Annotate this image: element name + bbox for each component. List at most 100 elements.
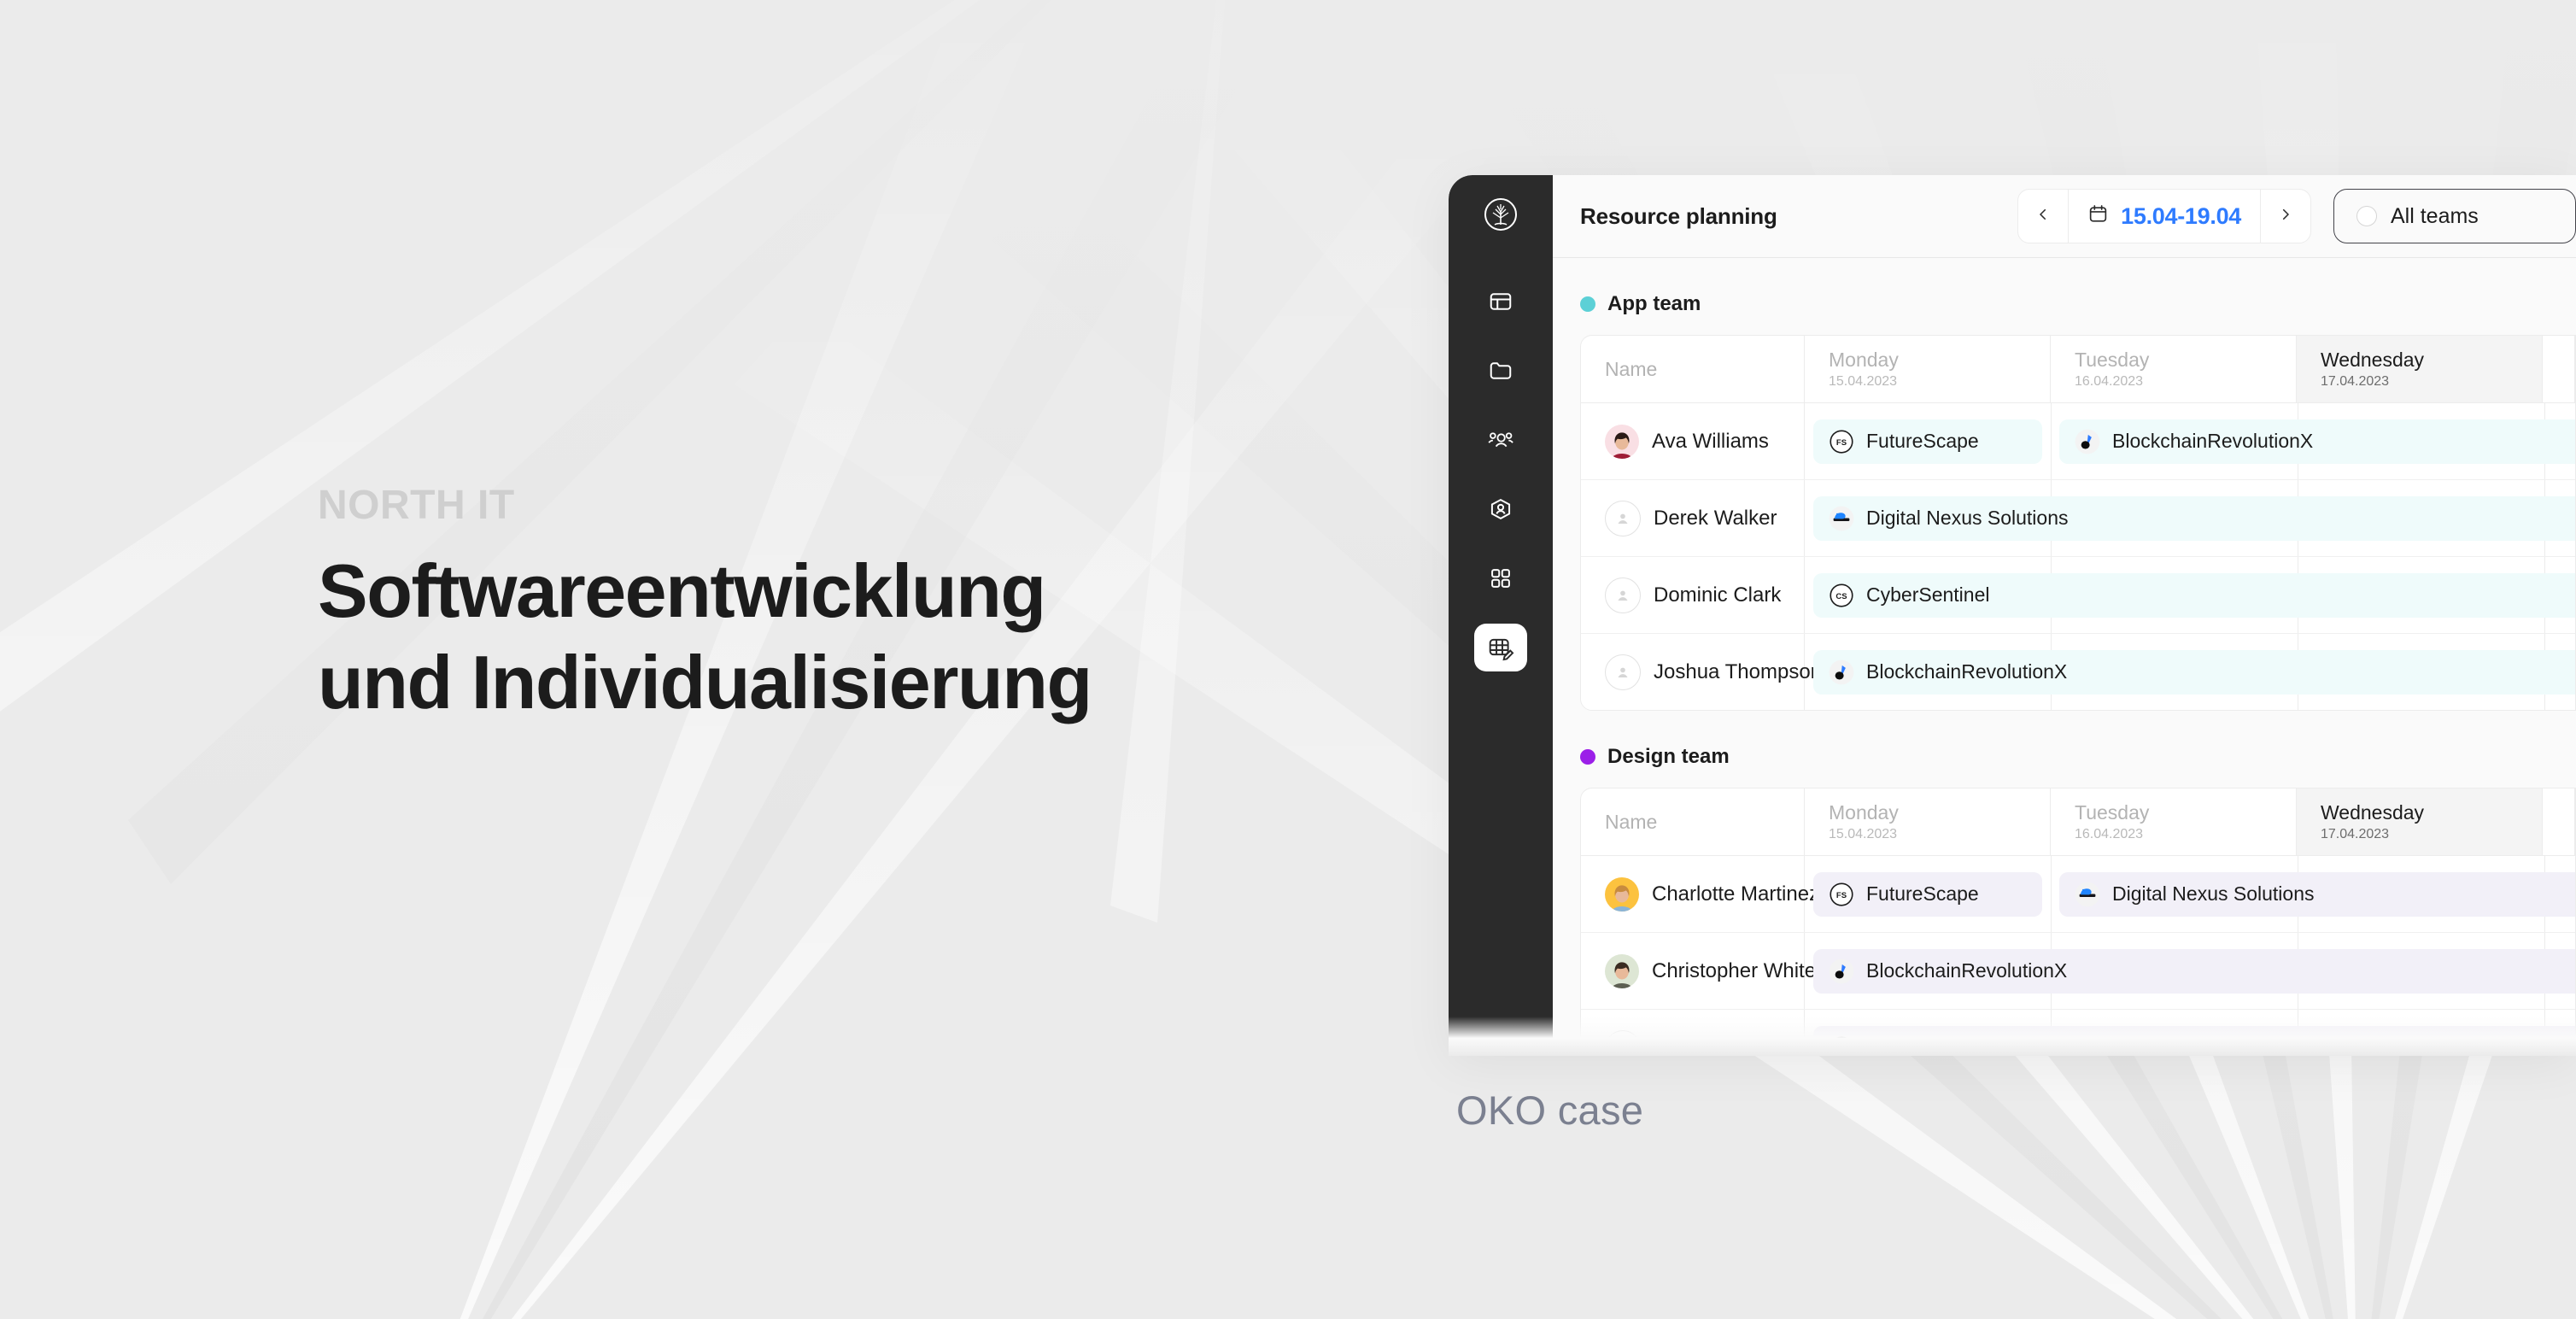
user-badge-icon xyxy=(1487,495,1514,523)
person-name: Charlotte Martinez xyxy=(1652,882,1820,906)
assignment-chip[interactable]: BlockchainRevolutionX xyxy=(1813,948,2575,994)
column-header-mon[interactable]: Monday 15.04.2023 xyxy=(1805,336,2051,402)
person-cell[interactable]: Charlotte Martinez xyxy=(1581,856,1819,932)
day-cells: CS CyberSentinel xyxy=(1805,557,2575,633)
day-cells: BlockchainRevolutionX xyxy=(1805,634,2575,710)
table-row[interactable]: Dominic Clark CS CyberSentinel xyxy=(1581,557,2575,634)
table-row[interactable]: Evelyn Thompson CS CyberSentinel xyxy=(1581,1010,2575,1055)
status-dot-icon xyxy=(2356,206,2377,226)
digital-nexus-solutions-icon xyxy=(2075,882,2100,907)
table-row[interactable]: Derek Walker Digital Nexus Solutions xyxy=(1581,480,2575,557)
assignment-chip[interactable]: BlockchainRevolutionX xyxy=(1813,649,2575,695)
table-row[interactable]: Ava Williams FS FutureScape BlockchainRevol… xyxy=(1581,403,2575,480)
team-header: Design team xyxy=(1580,745,2576,769)
column-header-day: Wednesday xyxy=(2321,801,2425,824)
assignment-chip[interactable]: BlockchainRevolutionX xyxy=(2059,419,2575,464)
sidebar-item-teams[interactable] xyxy=(1474,416,1527,464)
column-header-day: Monday xyxy=(1829,349,1899,372)
team-header: App team xyxy=(1580,292,2576,316)
column-header-day: Wednesday xyxy=(2321,349,2425,372)
column-header-wed[interactable]: Wednesday 17.04.2023 xyxy=(2297,788,2543,855)
person-name: Ava Williams xyxy=(1652,429,1769,453)
cybersentinel-cs-icon: CS xyxy=(1829,583,1854,608)
assignment-label: FutureScape xyxy=(1866,430,1979,452)
column-header-name[interactable]: Name xyxy=(1581,336,1805,402)
tree-logo-icon[interactable] xyxy=(1482,196,1519,233)
svg-text:FS: FS xyxy=(1836,891,1847,900)
assignment-label: Digital Nexus Solutions xyxy=(2112,882,2315,905)
assignment-label: BlockchainRevolutionX xyxy=(1866,959,2068,982)
futurescape-fs-icon: FS xyxy=(1829,882,1854,907)
chevron-left-icon xyxy=(2035,207,2051,226)
person-cell[interactable]: Derek Walker xyxy=(1581,480,1805,556)
team-block: App team Name Monday 15.04.2023 Tuesday 16.04… xyxy=(1580,292,2576,711)
person-cell[interactable]: Evelyn Thompson xyxy=(1581,1010,1818,1055)
sidebar-item-projects[interactable] xyxy=(1474,347,1527,395)
column-header-wed[interactable]: Wednesday 17.04.2023 xyxy=(2297,336,2543,402)
sidebar-item-apps[interactable] xyxy=(1474,554,1527,602)
person-name: Joshua Thompson xyxy=(1654,660,1823,683)
avatar xyxy=(1605,577,1641,613)
svg-text:CS: CS xyxy=(1835,1045,1847,1054)
avatar xyxy=(1605,876,1639,912)
chevron-right-icon xyxy=(2278,207,2293,226)
person-cell[interactable]: Christopher White xyxy=(1581,933,1816,1009)
avatar xyxy=(1605,1029,1641,1055)
sidebar-item-resource-planning[interactable] xyxy=(1474,624,1527,671)
column-header-tue[interactable]: Tuesday 16.04.2023 xyxy=(2051,336,2297,402)
hero-title-line-2: und Individualisierung xyxy=(318,640,1092,725)
prev-week-button[interactable] xyxy=(2018,190,2068,243)
assignment-chip[interactable]: FS FutureScape xyxy=(1813,871,2042,917)
day-cells: FS FutureScape BlockchainRevolutionX xyxy=(1805,403,2575,479)
calendar-icon xyxy=(2087,203,2109,229)
person-name: Dominic Clark xyxy=(1654,583,1782,607)
assignment-label: BlockchainRevolutionX xyxy=(1866,660,2068,683)
avatar xyxy=(1605,500,1641,536)
person-cell[interactable]: Ava Williams xyxy=(1581,403,1805,479)
assignment-chip[interactable]: CS CyberSentinel xyxy=(1813,572,2575,618)
person-name: Christopher White xyxy=(1652,958,1817,982)
assignment-chip[interactable]: Digital Nexus Solutions xyxy=(1813,495,2575,541)
assignment-label: Digital Nexus Solutions xyxy=(1866,507,2069,529)
assignment-label: BlockchainRevolutionX xyxy=(2112,430,2314,452)
team-filter-select[interactable]: All teams xyxy=(2333,189,2576,243)
main-area: Resource planning 15.04-19.04 All teams … xyxy=(1553,175,2576,1055)
next-week-button[interactable] xyxy=(2261,190,2310,243)
table-row[interactable]: Joshua Thompson BlockchainRevolutionX xyxy=(1581,634,2575,710)
assignment-chip[interactable]: Digital Nexus Solutions xyxy=(2059,871,2575,917)
table-row[interactable]: Christopher White BlockchainRevolutionX xyxy=(1581,933,2575,1010)
hero-eyebrow: NORTH IT xyxy=(318,483,515,528)
sidebar xyxy=(1449,175,1553,1055)
topbar-title: Resource planning xyxy=(1580,202,1777,229)
hero-block: NORTH IT Softwareentwicklung und Individ… xyxy=(318,485,1420,729)
sidebar-item-dashboard[interactable] xyxy=(1474,278,1527,325)
day-cells: BlockchainRevolutionX xyxy=(1805,933,2575,1009)
column-header-mon[interactable]: Monday 15.04.2023 xyxy=(1805,788,2051,855)
assignment-label: FutureScape xyxy=(1866,882,1979,905)
avatar xyxy=(1605,424,1639,459)
date-range-button[interactable]: 15.04-19.04 xyxy=(2069,190,2260,243)
column-header-tue[interactable]: Tuesday 16.04.2023 xyxy=(2051,788,2297,855)
person-name: Derek Walker xyxy=(1654,506,1777,530)
schedule-table: Name Monday 15.04.2023 Tuesday 16.04.2023 Wed… xyxy=(1580,788,2576,1055)
sidebar-item-profile[interactable] xyxy=(1474,485,1527,533)
assignment-label: CyberSentinel xyxy=(1866,1036,1990,1055)
assignment-chip[interactable]: CS CyberSentinel xyxy=(1813,1025,2575,1055)
digital-nexus-solutions-icon xyxy=(1829,506,1854,531)
assignment-chip[interactable]: FS FutureScape xyxy=(1813,419,2042,464)
page-title: Softwareentwicklung und Individualisieru… xyxy=(318,545,1420,729)
table-row[interactable]: Charlotte Martinez FS FutureScape Digital N… xyxy=(1581,856,2575,933)
table-header-row: Name Monday 15.04.2023 Tuesday 16.04.2023 Wed… xyxy=(1581,788,2575,856)
column-header-date: 15.04.2023 xyxy=(1829,826,1898,841)
person-cell[interactable]: Dominic Clark xyxy=(1581,557,1805,633)
avatar xyxy=(1605,953,1639,988)
resource-board[interactable]: App team Name Monday 15.04.2023 Tuesday 16.04… xyxy=(1553,258,2576,1055)
team-filter-label: All teams xyxy=(2391,203,2479,228)
blockchainrevolutionx-icon xyxy=(1829,958,1854,984)
case-caption: OKO case xyxy=(1456,1087,1644,1133)
team-block: Design team Name Monday 15.04.2023 Tuesday 16… xyxy=(1580,745,2576,1055)
person-cell[interactable]: Joshua Thompson xyxy=(1581,634,1822,710)
column-header-date: 15.04.2023 xyxy=(1829,373,1898,389)
column-header-name[interactable]: Name xyxy=(1581,788,1805,855)
column-header-day: Tuesday xyxy=(2075,801,2150,824)
